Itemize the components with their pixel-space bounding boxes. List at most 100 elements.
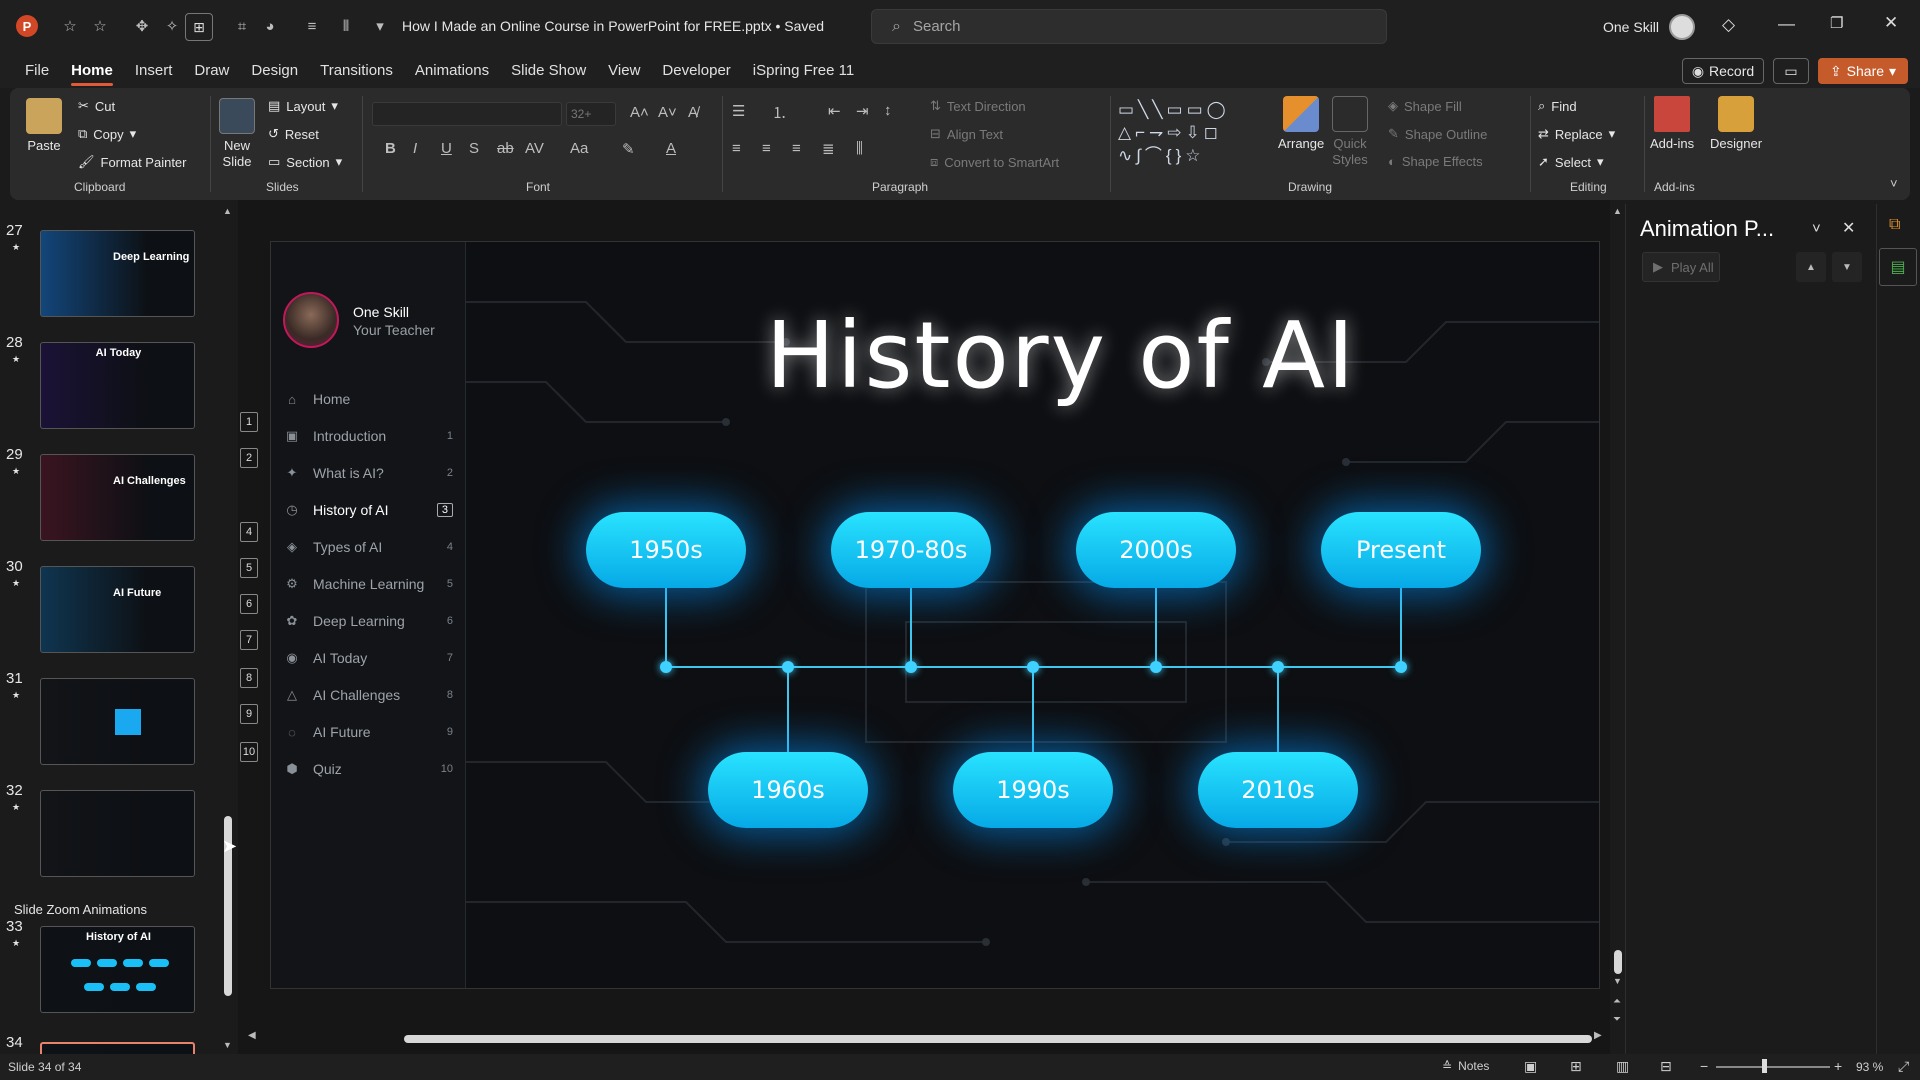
fit-to-window-icon[interactable]: ⤢ (1898, 1058, 1909, 1075)
align-center-icon[interactable]: ≡ (762, 140, 771, 157)
decrease-indent-icon[interactable]: ⇤ (828, 102, 841, 120)
change-case-icon[interactable]: Aa (570, 140, 588, 157)
numbering-icon[interactable]: ⒈ (772, 102, 787, 123)
shapes-icon[interactable]: ◕ (260, 16, 280, 36)
slide-thumbnail[interactable]: AI Today (40, 342, 195, 429)
menu-tab-animations[interactable]: Animations (404, 54, 500, 88)
shape-fill-button[interactable]: ◈ Shape Fill (1388, 98, 1462, 114)
normal-view-icon[interactable]: ▣ (1524, 1058, 1537, 1075)
slide-thumbnail[interactable]: AI Challenges (40, 454, 195, 541)
shapes-gallery[interactable]: ▭╲╲▭▭◯ △⌐⇁⇨⇩◻ ∿∫⌒{}☆ (1118, 98, 1268, 168)
slide-zoom-badge[interactable]: 10 (240, 742, 258, 762)
slide-zoom-badge[interactable]: 9 (240, 704, 258, 724)
shape-outline-button[interactable]: ✎ Shape Outline (1388, 126, 1487, 142)
close-icon[interactable]: ✕ (1884, 13, 1898, 33)
slide-nav-item[interactable]: ▣ Introduction 1 (283, 421, 459, 451)
slide-nav-item[interactable]: ◷ History of AI 3 (283, 495, 459, 525)
restore-icon[interactable]: ❐ (1830, 14, 1843, 32)
next-slide-icon[interactable]: ⏷ (1613, 1014, 1621, 1025)
customize-toolbar-icon[interactable]: ▾ (370, 16, 390, 36)
document-title[interactable]: How I Made an Online Course in PowerPoin… (402, 18, 824, 34)
era-pill[interactable]: 1960s (708, 752, 868, 828)
shape-effects-button[interactable]: ◐ Shape Effects (1388, 154, 1483, 169)
slideshow-icon[interactable]: ⊟ (1660, 1058, 1672, 1075)
collapse-ribbon-icon[interactable]: ˅ (1890, 176, 1898, 191)
font-size-input[interactable]: 32+ (566, 102, 616, 126)
share-button[interactable]: ⇪ Share ▾ (1818, 58, 1908, 84)
zoom-slider[interactable] (1716, 1066, 1830, 1068)
play-all-button[interactable]: ▶ Play All (1642, 252, 1720, 282)
move-up-icon[interactable]: ▲ (1796, 252, 1826, 282)
designer-button[interactable]: Designer (1710, 96, 1762, 152)
font-color-icon[interactable]: A (666, 140, 676, 157)
selection-pane-icon[interactable]: ▤ (1879, 248, 1917, 286)
menu-tab-design[interactable]: Design (240, 54, 309, 88)
section-header[interactable]: Slide Zoom Animations (14, 902, 147, 917)
slide-zoom-badge[interactable]: 7 (240, 630, 258, 650)
menu-tab-file[interactable]: File (14, 54, 60, 88)
reset-button[interactable]: ↺ Reset (268, 126, 319, 142)
replace-button[interactable]: ⇄ Replace ▾ (1538, 126, 1615, 142)
strikethrough-icon[interactable]: ab (497, 140, 514, 157)
bullets-icon[interactable]: ☰ (732, 102, 745, 120)
add-ins-button[interactable]: Add-ins (1650, 96, 1694, 152)
menu-tab-insert[interactable]: Insert (124, 54, 184, 88)
arrange-button[interactable]: Arrange (1278, 96, 1324, 152)
notes-button[interactable]: ≙ Notes (1442, 1059, 1489, 1073)
decrease-font-icon[interactable]: A˅ (658, 104, 677, 121)
slide-thumbnail[interactable]: AI Future (40, 566, 195, 653)
pane-options-icon[interactable]: ˅ (1812, 220, 1821, 237)
line-spacing-icon[interactable]: ↕ (884, 102, 892, 119)
era-pill[interactable]: 1990s (953, 752, 1113, 828)
era-pill[interactable]: 1950s (586, 512, 746, 588)
move-icon[interactable]: ✥ (132, 16, 152, 36)
slide-nav-item[interactable]: ⬢ Quiz 10 (283, 754, 459, 784)
select-button[interactable]: ➚ Select ▾ (1538, 154, 1604, 170)
align-icon[interactable]: ≡ (302, 16, 322, 36)
zoom-slider-thumb[interactable] (1762, 1059, 1767, 1073)
justify-icon[interactable]: ≣ (822, 140, 835, 158)
vertical-scrollbar[interactable] (1614, 950, 1622, 974)
close-pane-icon[interactable]: ✕ (1842, 218, 1855, 238)
user-name[interactable]: One Skill (1603, 19, 1659, 35)
italic-icon[interactable]: I (413, 140, 417, 157)
bold-icon[interactable]: B (385, 140, 396, 157)
menu-tab-slide-show[interactable]: Slide Show (500, 54, 597, 88)
era-pill[interactable]: Present (1321, 512, 1481, 588)
align-right-icon[interactable]: ≡ (792, 140, 801, 157)
increase-indent-icon[interactable]: ⇥ (856, 102, 869, 120)
minimize-icon[interactable]: — (1778, 14, 1795, 34)
slide-thumbnail[interactable]: Deep Learning (40, 230, 195, 317)
character-spacing-icon[interactable]: AV (525, 140, 544, 157)
slide-zoom-badge[interactable]: 5 (240, 558, 258, 578)
slide-thumbnail[interactable] (40, 678, 195, 765)
slide-nav-item[interactable]: ⌂ Home (283, 384, 459, 414)
quick-styles-button[interactable]: Quick Styles (1330, 96, 1370, 168)
zoom-icon[interactable]: ⊞ (185, 13, 213, 41)
paste-button[interactable]: Paste (26, 98, 62, 154)
menu-tab-transitions[interactable]: Transitions (309, 54, 404, 88)
zoom-in-icon[interactable]: + (1834, 1058, 1842, 1074)
scroll-down-icon[interactable]: ▼ (223, 1040, 232, 1050)
slide-sorter-icon[interactable]: ⊞ (1570, 1058, 1582, 1075)
clear-format-icon[interactable]: A̸ (688, 104, 698, 121)
menu-tab-developer[interactable]: Developer (651, 54, 741, 88)
reading-view-icon[interactable]: ▥ (1616, 1058, 1629, 1075)
underline-icon[interactable]: U (441, 140, 452, 157)
slide-nav-item[interactable]: ⚙ Machine Learning 5 (283, 569, 459, 599)
text-direction-button[interactable]: ⇅ Text Direction (930, 98, 1026, 114)
slide-thumbnail[interactable] (40, 790, 195, 877)
era-pill[interactable]: 1970-80s (831, 512, 991, 588)
slide-thumbnail[interactable]: History of AI (40, 926, 195, 1013)
menu-tab-ispring-free-11[interactable]: iSpring Free 11 (742, 54, 865, 88)
crop-icon[interactable]: ⌗ (232, 16, 252, 36)
scroll-down-icon[interactable]: ▼ (1613, 976, 1622, 986)
scroll-up-icon[interactable]: ▲ (1613, 206, 1622, 216)
menu-tab-home[interactable]: Home (60, 54, 124, 88)
move-down-icon[interactable]: ▼ (1832, 252, 1862, 282)
zoom-level[interactable]: 93 % (1856, 1060, 1883, 1074)
columns-icon[interactable]: ⫼ (856, 140, 863, 157)
scroll-up-icon[interactable]: ▲ (223, 206, 232, 216)
animation-icon[interactable]: ✧ (162, 16, 182, 36)
slide-nav-item[interactable]: ✦ What is AI? 2 (283, 458, 459, 488)
